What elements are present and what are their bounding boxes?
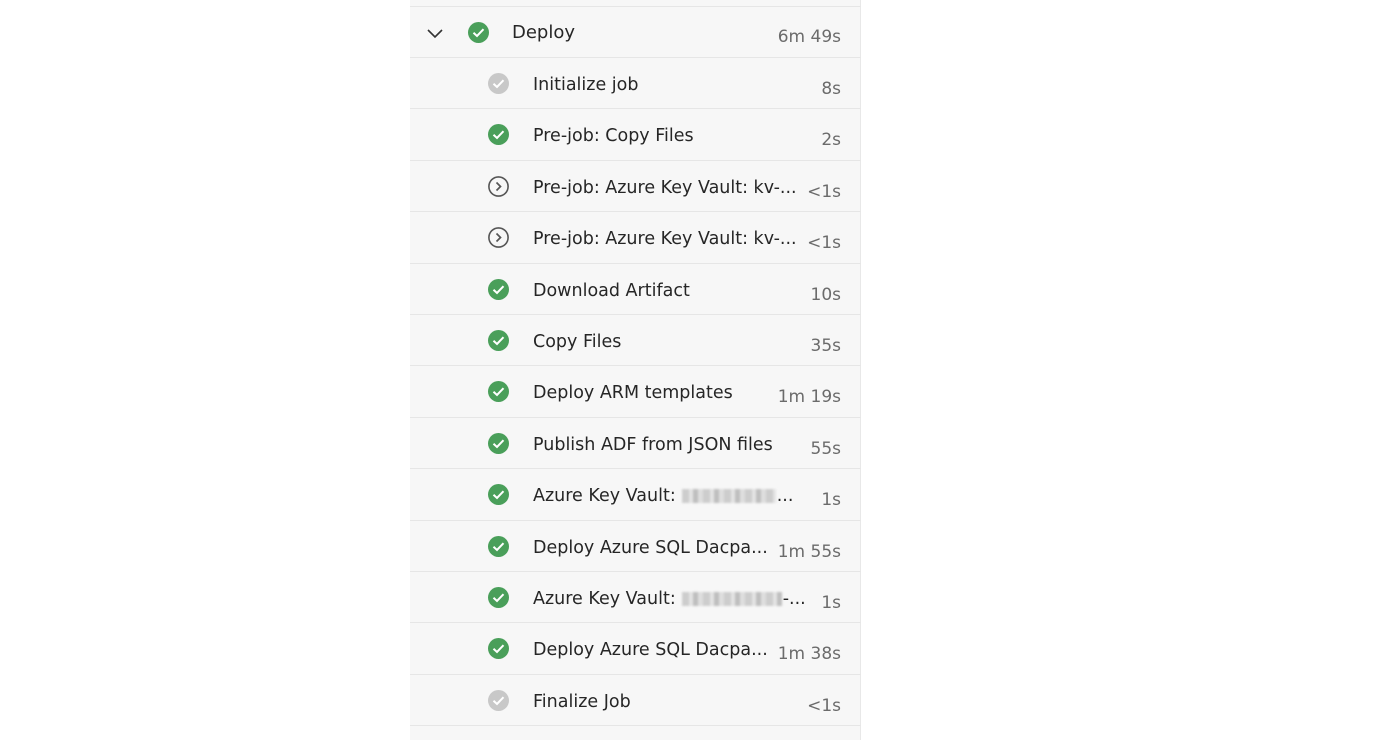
job-title: Deploy	[512, 22, 576, 43]
step-label: Pre-job: Azure Key Vault: kv-...	[533, 177, 797, 199]
check-circle-gray-icon	[488, 689, 509, 711]
check-circle-green-icon	[488, 329, 509, 351]
step-label-text: Pre-job: Copy Files	[533, 126, 694, 147]
check-circle-green-icon	[488, 638, 509, 660]
check-circle-green-icon	[488, 535, 509, 557]
step-duration: 1m 19s	[777, 387, 841, 408]
step-duration: <1s	[807, 233, 841, 254]
step-label: Deploy Azure SQL Dacpa...	[533, 537, 768, 559]
step-label: Pre-job: Azure Key Vault: kv-...	[533, 228, 797, 250]
step-duration: 35s	[810, 335, 842, 356]
step-label-text: Deploy Azure SQL Dacpa...	[533, 537, 768, 558]
step-label-text: Download Artifact	[533, 280, 690, 301]
step-label: Deploy Azure SQL Dacpa...	[533, 639, 768, 661]
step-row[interactable]: Deploy Azure SQL Dacpa... 1m 55s	[410, 521, 861, 572]
step-label: Publish ADF from JSON files	[533, 434, 773, 456]
chevron-circle-icon	[488, 227, 509, 249]
step-label-text: Azure Key Vault:	[533, 588, 676, 609]
job-steps-panel: Deploy 6m 49s Initialize job 8s Pre-job: C…	[410, 0, 861, 740]
step-row[interactable]: Azure Key Vault: -... 1s	[410, 572, 861, 624]
step-label-text: Initialize job	[533, 75, 639, 95]
job-duration: 6m 49s	[777, 27, 841, 47]
step-label: Deploy ARM templates	[533, 382, 733, 404]
step-duration: 8s	[821, 79, 841, 99]
check-circle-gray-icon	[488, 73, 509, 94]
check-circle-green-icon	[468, 22, 489, 43]
step-list: Initialize job 8s Pre-job: Copy Files 2s Pre…	[410, 58, 861, 727]
check-circle-green-icon	[488, 124, 509, 146]
step-label-text: Pre-job: Azure Key Vault: kv-...	[533, 229, 797, 250]
step-row[interactable]: Deploy Azure SQL Dacpa... 1m 38s	[410, 623, 861, 675]
step-label: Download Artifact	[533, 280, 690, 302]
step-duration: 10s	[810, 284, 842, 305]
step-label: Pre-job: Copy Files	[533, 125, 694, 147]
step-row[interactable]: Pre-job: Azure Key Vault: kv-... <1s	[410, 212, 861, 264]
step-label-text: Finalize Job	[533, 691, 631, 712]
step-duration: 55s	[810, 438, 842, 459]
step-row[interactable]: Publish ADF from JSON files 55s	[410, 418, 861, 470]
step-label: Azure Key Vault: -...	[533, 588, 806, 610]
step-duration: <1s	[807, 695, 841, 716]
job-header-deploy[interactable]: Deploy 6m 49s	[410, 7, 861, 58]
step-label-text: Azure Key Vault:	[533, 486, 676, 507]
step-duration: <1s	[807, 181, 841, 202]
step-label-text: Copy Files	[533, 331, 622, 352]
step-label: Copy Files	[533, 331, 621, 353]
step-label-text: Deploy Azure SQL Dacpa...	[533, 640, 768, 661]
step-label-text: Pre-job: Azure Key Vault: kv-...	[533, 177, 797, 198]
step-label-suffix: -...	[782, 588, 806, 609]
step-label-suffix: ...	[776, 486, 794, 507]
redacted-text	[681, 591, 782, 606]
step-row[interactable]: Pre-job: Copy Files 2s	[410, 109, 861, 161]
step-row[interactable]: Deploy ARM templates 1m 19s	[410, 366, 861, 418]
step-label-text: Deploy ARM templates	[533, 383, 733, 404]
step-label: Finalize Job	[533, 691, 631, 713]
step-row[interactable]: Azure Key Vault:... 1s	[410, 469, 861, 521]
step-row[interactable]: Download Artifact 10s	[410, 264, 861, 315]
step-row[interactable]: Pre-job: Azure Key Vault: kv-... <1s	[410, 161, 861, 213]
check-circle-green-icon	[488, 484, 509, 506]
check-circle-green-icon	[488, 278, 509, 300]
step-duration: 1s	[821, 592, 841, 613]
step-label: Azure Key Vault:...	[533, 485, 793, 507]
step-duration: 1m 38s	[777, 644, 841, 665]
step-duration: 1m 55s	[777, 541, 841, 562]
step-row[interactable]: Copy Files 35s	[410, 315, 861, 367]
step-duration: 2s	[821, 130, 841, 151]
check-circle-green-icon	[488, 586, 509, 608]
chevron-circle-icon	[488, 175, 509, 197]
step-label-text: Publish ADF from JSON files	[533, 434, 773, 455]
step-row[interactable]: Finalize Job <1s	[410, 675, 861, 727]
step-duration: 1s	[821, 490, 841, 511]
redacted-text	[681, 489, 776, 504]
check-circle-green-icon	[488, 381, 509, 403]
step-label: Initialize job	[533, 74, 638, 96]
step-row[interactable]: Initialize job 8s	[410, 58, 861, 110]
chevron-down-icon[interactable]	[426, 24, 444, 42]
check-circle-green-icon	[488, 432, 509, 454]
